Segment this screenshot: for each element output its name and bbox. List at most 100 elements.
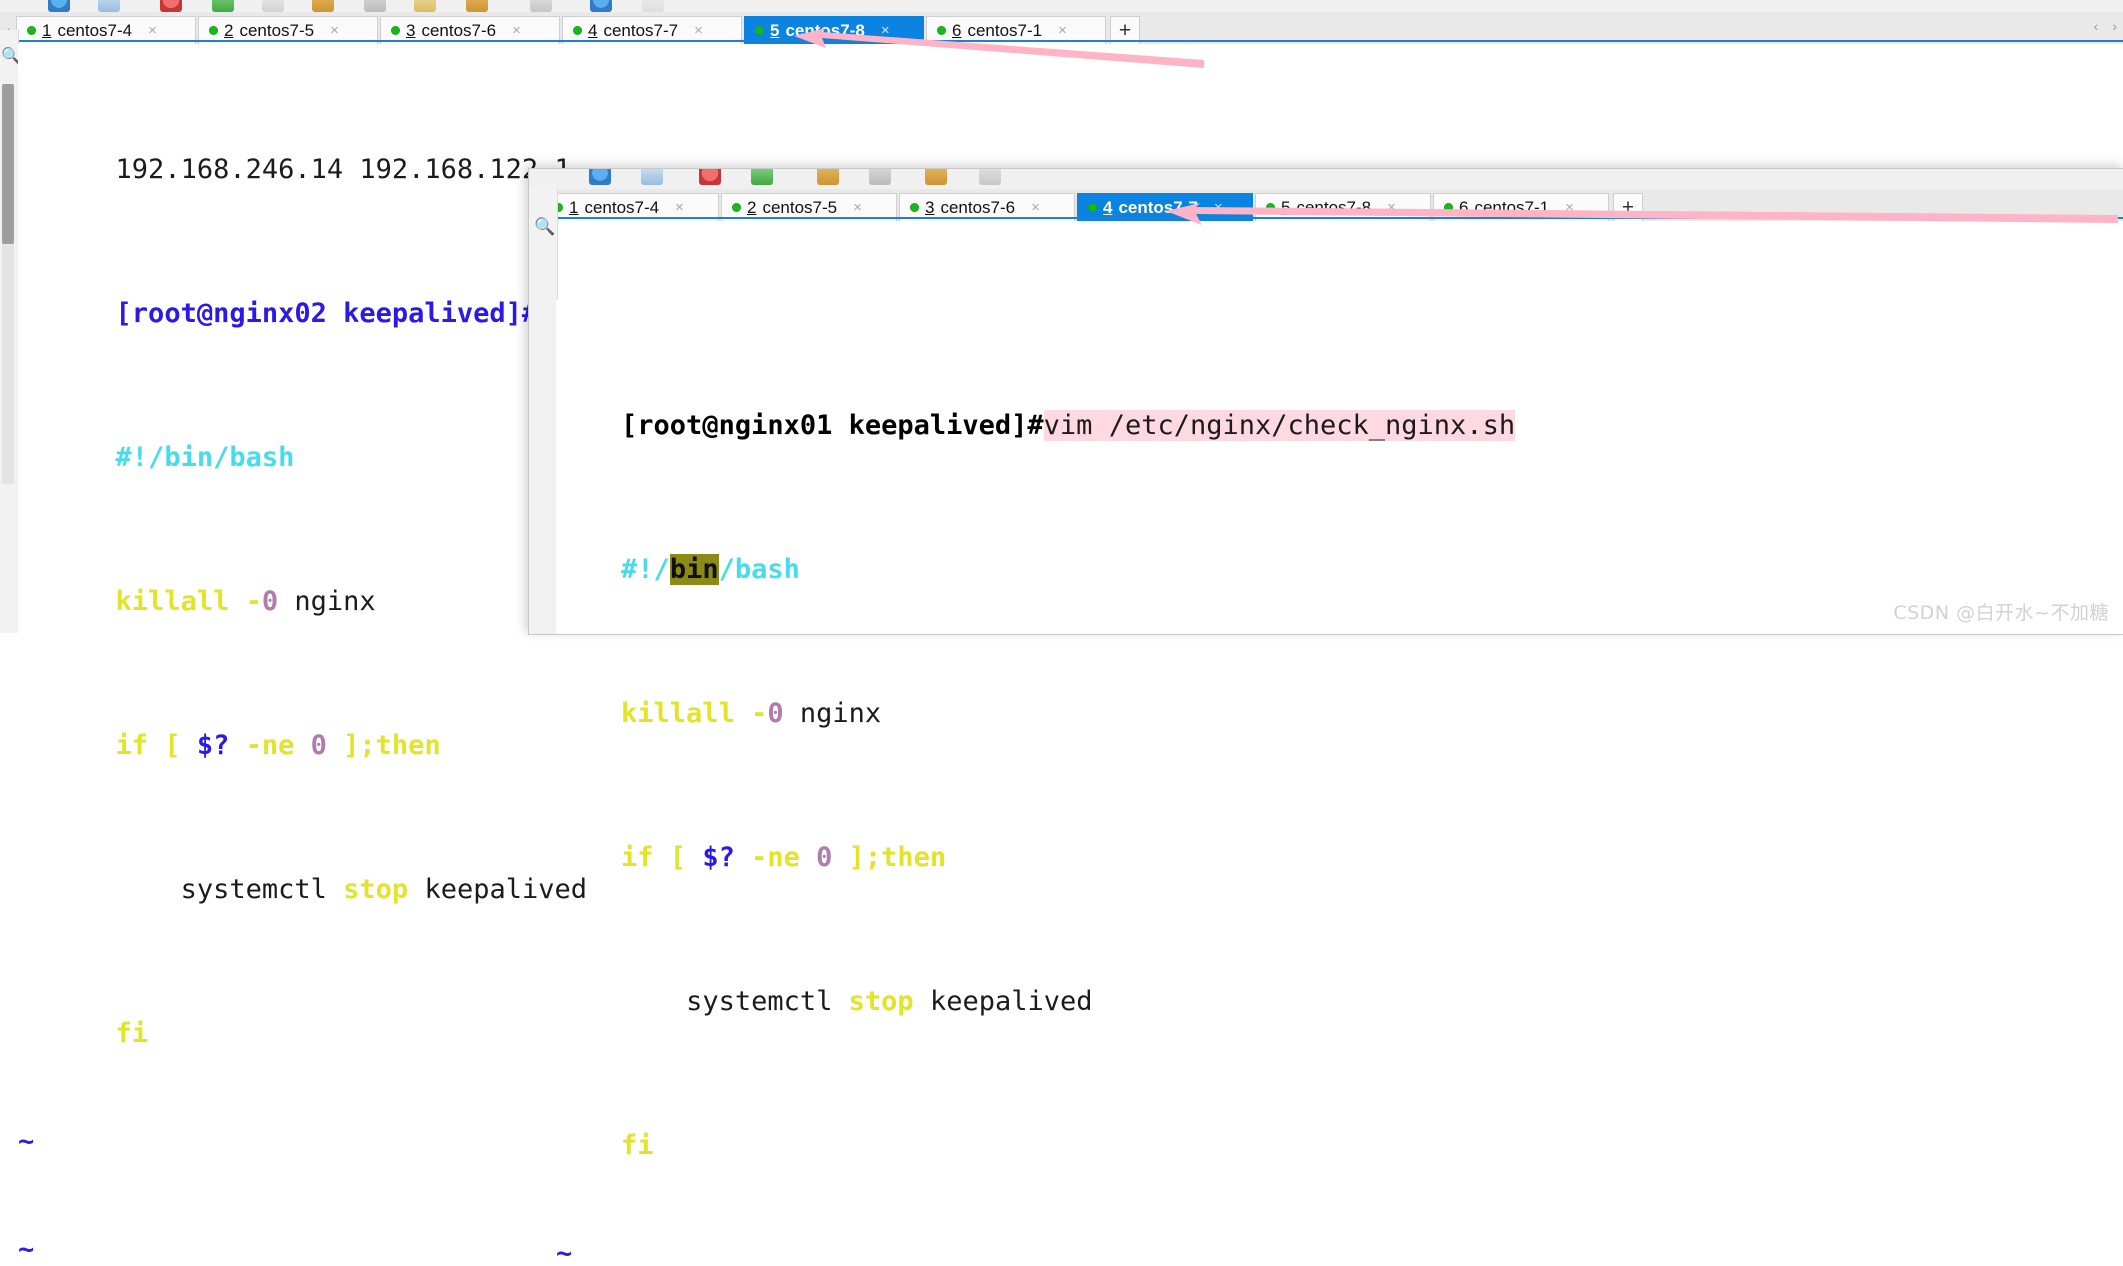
- csdn-watermark: CSDN @白开水~不加糖: [1893, 602, 2109, 624]
- tab-index: 6: [952, 20, 962, 40]
- toolbar-icon-transfer[interactable]: [466, 0, 488, 12]
- if-bracket-close: ];: [326, 730, 376, 761]
- vim-command: vim /etc/nginx/check_nginx.sh: [1043, 410, 1516, 441]
- toolbar-icon-folder[interactable]: [817, 169, 839, 185]
- body-indent: [116, 874, 181, 905]
- killall-flag: -: [245, 586, 262, 617]
- close-icon[interactable]: ×: [675, 199, 684, 216]
- body-indent: [621, 986, 686, 1017]
- vim-tilde: ~: [18, 1126, 35, 1157]
- systemctl-action: stop: [343, 874, 409, 905]
- systemctl-action: stop: [848, 986, 914, 1017]
- toolbar-icon-settings[interactable]: [590, 0, 612, 12]
- close-icon[interactable]: ×: [881, 22, 890, 39]
- close-icon[interactable]: ×: [853, 199, 862, 216]
- toolbar-icon-keyboard[interactable]: [98, 0, 120, 12]
- close-icon[interactable]: ×: [1387, 199, 1396, 216]
- tab-label: centos7-4: [584, 197, 660, 217]
- tab-label: centos7-8: [1296, 197, 1372, 217]
- search-icon[interactable]: 🔍: [534, 217, 555, 237]
- killall-signal: 0: [767, 698, 784, 729]
- green-status-dot: [1444, 203, 1453, 212]
- front-terminal-output[interactable]: [root@nginx01 keepalived]#vim /etc/nginx…: [556, 300, 2123, 1266]
- tab-nav-prev-icon[interactable]: ‹: [2094, 18, 2099, 34]
- green-status-dot: [573, 26, 582, 35]
- terminal-line-shebang: #!/bin/bash: [556, 516, 2123, 585]
- green-status-dot: [755, 26, 764, 35]
- tab-index: 4: [588, 20, 598, 40]
- terminal-line-body: systemctl stop keepalived: [556, 948, 2123, 1017]
- toolbar-icon-upload[interactable]: [751, 169, 773, 185]
- then-keyword: then: [375, 730, 441, 761]
- killall-target: nginx: [799, 698, 882, 729]
- tab-label: centos7-1: [967, 20, 1043, 40]
- toolbar-icon-script[interactable]: [262, 0, 284, 12]
- tab-index: 3: [406, 20, 416, 40]
- killall-command: killall: [115, 586, 230, 617]
- terminal-line-fi: fi: [556, 1092, 2123, 1161]
- toolbar-icon-disconnect[interactable]: [160, 0, 182, 12]
- exit-status-var: $?: [702, 842, 735, 873]
- tab-label: centos7-7: [603, 20, 679, 40]
- toolbar-icon-connect[interactable]: [589, 169, 611, 185]
- front-window-toolbar: [529, 169, 2123, 191]
- toolbar-icon-folder[interactable]: [312, 0, 334, 12]
- tab-index: 4: [1103, 197, 1113, 217]
- if-keyword: if [: [621, 842, 703, 873]
- if-bracket-close: ];: [832, 842, 882, 873]
- green-status-dot: [910, 203, 919, 212]
- tab-index: 3: [925, 197, 935, 217]
- terminal-line-ips: 192.168.246.14 192.168.122.1: [18, 116, 2123, 185]
- vim-tilde: ~: [18, 1234, 35, 1265]
- toolbar-icon-log[interactable]: [364, 0, 386, 12]
- scrollbar-thumb[interactable]: [2, 84, 14, 244]
- close-icon[interactable]: ×: [1031, 199, 1040, 216]
- ne-operator: -ne: [734, 842, 817, 873]
- tab-nav-next-icon[interactable]: ›: [2112, 18, 2117, 34]
- toolbar-icon-connect[interactable]: [48, 0, 70, 12]
- killall-target: nginx: [294, 586, 376, 617]
- tab-index: 2: [747, 197, 757, 217]
- close-icon[interactable]: ×: [1565, 199, 1574, 216]
- tab-nav-controls: ‹ ›: [2094, 18, 2117, 34]
- killall-command: killall: [621, 698, 735, 729]
- toolbar-icon-keyboard[interactable]: [641, 169, 663, 185]
- terminal-line-body: systemctl stop keepalived: [18, 836, 2123, 905]
- ip-addresses: 192.168.246.14 192.168.122.1: [115, 154, 571, 185]
- tab-label: centos7-4: [57, 20, 133, 40]
- killall-flag: -: [751, 698, 768, 729]
- toolbar-icon-download[interactable]: [414, 0, 436, 12]
- toolbar-icon-window[interactable]: [979, 169, 1001, 185]
- toolbar-icon-upload[interactable]: [212, 0, 234, 12]
- exit-status-var: $?: [196, 730, 230, 761]
- vim-visual-selection: bin: [669, 554, 719, 585]
- toolbar-icon-log[interactable]: [869, 169, 891, 185]
- tabbar-underline: [0, 40, 2123, 42]
- terminal-line-if: if [ $? -ne 0 ];then: [18, 692, 2123, 761]
- fi-keyword: fi: [621, 1130, 654, 1161]
- tab-label: centos7-7: [1118, 197, 1198, 217]
- terminal-line-if: if [ $? -ne 0 ];then: [556, 804, 2123, 873]
- killall-signal: 0: [261, 586, 279, 617]
- if-compare-value: 0: [310, 730, 327, 761]
- toolbar-icon-window[interactable]: [530, 0, 552, 12]
- green-status-dot: [1266, 203, 1275, 212]
- green-status-dot: [27, 26, 36, 35]
- toolbar-icon-transfer[interactable]: [925, 169, 947, 185]
- vim-empty-line: ~: [18, 1124, 2123, 1160]
- tab-label: centos7-5: [762, 197, 838, 217]
- close-icon[interactable]: ×: [1214, 199, 1223, 216]
- vim-empty-line: ~: [556, 1236, 2123, 1266]
- tab-index: 1: [42, 20, 52, 40]
- then-keyword: then: [881, 842, 947, 873]
- toolbar-icon-help[interactable]: [642, 0, 664, 12]
- close-icon[interactable]: ×: [330, 22, 339, 39]
- close-icon[interactable]: ×: [694, 22, 703, 39]
- terminal-line-command: [root@nginx01 keepalived]#vim /etc/nginx…: [556, 372, 2123, 441]
- front-window-sidebar: [529, 189, 558, 634]
- systemctl-command: systemctl: [686, 986, 833, 1017]
- toolbar-icon-disconnect[interactable]: [699, 169, 721, 185]
- close-icon[interactable]: ×: [512, 22, 521, 39]
- close-icon[interactable]: ×: [148, 22, 157, 39]
- close-icon[interactable]: ×: [1058, 22, 1067, 39]
